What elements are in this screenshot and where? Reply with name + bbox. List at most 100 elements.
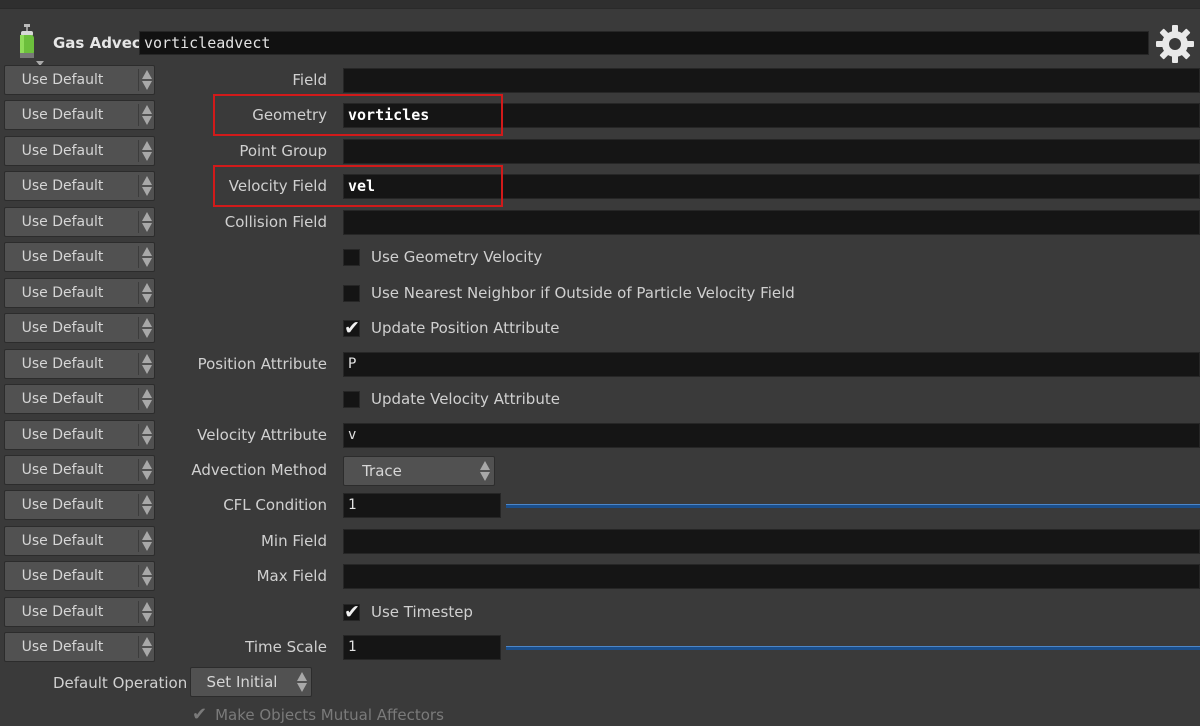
param-row: Use Default Min Field xyxy=(0,526,1200,556)
divider xyxy=(138,282,139,304)
divider xyxy=(138,246,139,268)
checkmark-icon: ✔ xyxy=(192,704,208,725)
checkbox-label: Update Velocity Attribute xyxy=(371,390,560,408)
menu-arrows-icon xyxy=(141,388,153,410)
number-input[interactable]: 1 xyxy=(343,635,501,660)
use-default-menu[interactable]: Use Default xyxy=(4,313,155,343)
menu-arrows-icon xyxy=(141,246,153,268)
param-row: Use Default Use Nearest Neighbor if Outsi… xyxy=(0,278,1200,308)
checkbox[interactable] xyxy=(343,285,360,302)
menu-arrows-icon xyxy=(141,282,153,304)
text-input[interactable] xyxy=(343,139,1200,164)
param-row: Use Default Position Attribute P xyxy=(0,349,1200,379)
use-default-menu[interactable]: Use Default xyxy=(4,384,155,414)
divider xyxy=(138,104,139,126)
param-label: Position Attribute xyxy=(197,355,327,373)
text-input[interactable] xyxy=(343,564,1200,589)
menu-arrows-icon xyxy=(141,317,153,339)
use-default-menu[interactable]: Use Default xyxy=(4,136,155,166)
menu-arrows-icon xyxy=(141,601,153,623)
use-default-menu[interactable]: Use Default xyxy=(4,632,155,662)
use-default-label: Use Default xyxy=(21,320,104,336)
text-input[interactable] xyxy=(343,210,1200,235)
menu-arrows-icon xyxy=(297,672,307,692)
use-default-menu[interactable]: Use Default xyxy=(4,171,155,201)
value-slider[interactable] xyxy=(506,504,1200,508)
menu-arrows-icon xyxy=(141,353,153,375)
use-default-label: Use Default xyxy=(21,604,104,620)
text-input[interactable] xyxy=(343,68,1200,93)
divider xyxy=(138,388,139,410)
checkbox[interactable] xyxy=(343,391,360,408)
menu-arrows-icon xyxy=(479,460,491,482)
highlight-box xyxy=(213,165,503,207)
divider xyxy=(138,636,139,658)
param-row: Use Default ✔ Use Timestep xyxy=(0,597,1200,627)
use-default-menu[interactable]: Use Default xyxy=(4,455,155,485)
advection-method-menu[interactable]: Trace xyxy=(343,456,495,486)
use-default-label: Use Default xyxy=(21,143,104,159)
divider xyxy=(138,140,139,162)
param-row: Use Default Geometry vorticles xyxy=(0,100,1200,130)
text-input[interactable]: v xyxy=(343,423,1200,448)
param-label: Time Scale xyxy=(245,638,327,656)
param-label: Collision Field xyxy=(224,213,327,231)
value-slider[interactable] xyxy=(506,646,1200,650)
use-default-menu[interactable]: Use Default xyxy=(4,100,155,130)
menu-arrows-icon xyxy=(141,565,153,587)
checkbox[interactable]: ✔ xyxy=(343,317,360,339)
param-row: Use Default Max Field xyxy=(0,561,1200,591)
param-row: Use Default CFL Condition 1 xyxy=(0,490,1200,520)
param-row: Use Default ✔ Update Position Attribute xyxy=(0,313,1200,343)
use-default-menu[interactable]: Use Default xyxy=(4,561,155,591)
number-input[interactable]: 1 xyxy=(343,493,501,518)
use-default-menu[interactable]: Use Default xyxy=(4,349,155,379)
param-label: Max Field xyxy=(256,567,327,585)
text-input[interactable]: P xyxy=(343,352,1200,377)
use-default-label: Use Default xyxy=(21,533,104,549)
mutual-affectors-label: Make Objects Mutual Affectors xyxy=(215,706,444,724)
use-default-label: Use Default xyxy=(21,568,104,584)
divider xyxy=(138,424,139,446)
param-row: Use Default Velocity Attribute v xyxy=(0,420,1200,450)
use-default-label: Use Default xyxy=(21,391,104,407)
use-default-menu[interactable]: Use Default xyxy=(4,490,155,520)
param-row: Use Default Advection Method Trace xyxy=(0,455,1200,486)
use-default-label: Use Default xyxy=(21,178,104,194)
checkbox[interactable]: ✔ xyxy=(343,601,360,623)
menu-arrows-icon xyxy=(141,175,153,197)
mutual-affectors-toggle[interactable]: ✔ Make Objects Mutual Affectors xyxy=(192,705,444,725)
use-default-menu[interactable]: Use Default xyxy=(4,526,155,556)
menu-arrows-icon xyxy=(141,104,153,126)
menu-value: Trace xyxy=(362,462,402,480)
checkmark-icon: ✔ xyxy=(344,601,360,623)
divider xyxy=(138,530,139,552)
param-label: Advection Method xyxy=(191,461,327,479)
gear-icon[interactable] xyxy=(1153,22,1197,66)
param-label: Point Group xyxy=(239,142,327,160)
divider xyxy=(138,317,139,339)
use-default-label: Use Default xyxy=(21,497,104,513)
divider xyxy=(138,69,139,91)
use-default-label: Use Default xyxy=(21,462,104,478)
menu-arrows-icon xyxy=(141,636,153,658)
param-row: Use Default Field xyxy=(0,65,1200,95)
checkbox[interactable] xyxy=(343,249,360,266)
menu-arrows-icon xyxy=(141,494,153,516)
use-default-menu[interactable]: Use Default xyxy=(4,278,155,308)
text-input[interactable] xyxy=(343,529,1200,554)
use-default-menu[interactable]: Use Default xyxy=(4,597,155,627)
divider xyxy=(138,601,139,623)
checkbox-label: Use Nearest Neighbor if Outside of Parti… xyxy=(371,284,795,302)
node-name-input[interactable]: vorticleadvect xyxy=(139,31,1149,55)
use-default-menu[interactable]: Use Default xyxy=(4,65,155,95)
divider xyxy=(138,211,139,233)
use-default-menu[interactable]: Use Default xyxy=(4,207,155,237)
checkbox-label: Update Position Attribute xyxy=(371,319,560,337)
gas-cylinder-icon[interactable] xyxy=(14,24,44,68)
use-default-menu[interactable]: Use Default xyxy=(4,242,155,272)
default-operation-menu[interactable]: Set Initial xyxy=(190,667,312,697)
param-row: Use Default Collision Field xyxy=(0,207,1200,237)
divider xyxy=(138,353,139,375)
use-default-menu[interactable]: Use Default xyxy=(4,420,155,450)
